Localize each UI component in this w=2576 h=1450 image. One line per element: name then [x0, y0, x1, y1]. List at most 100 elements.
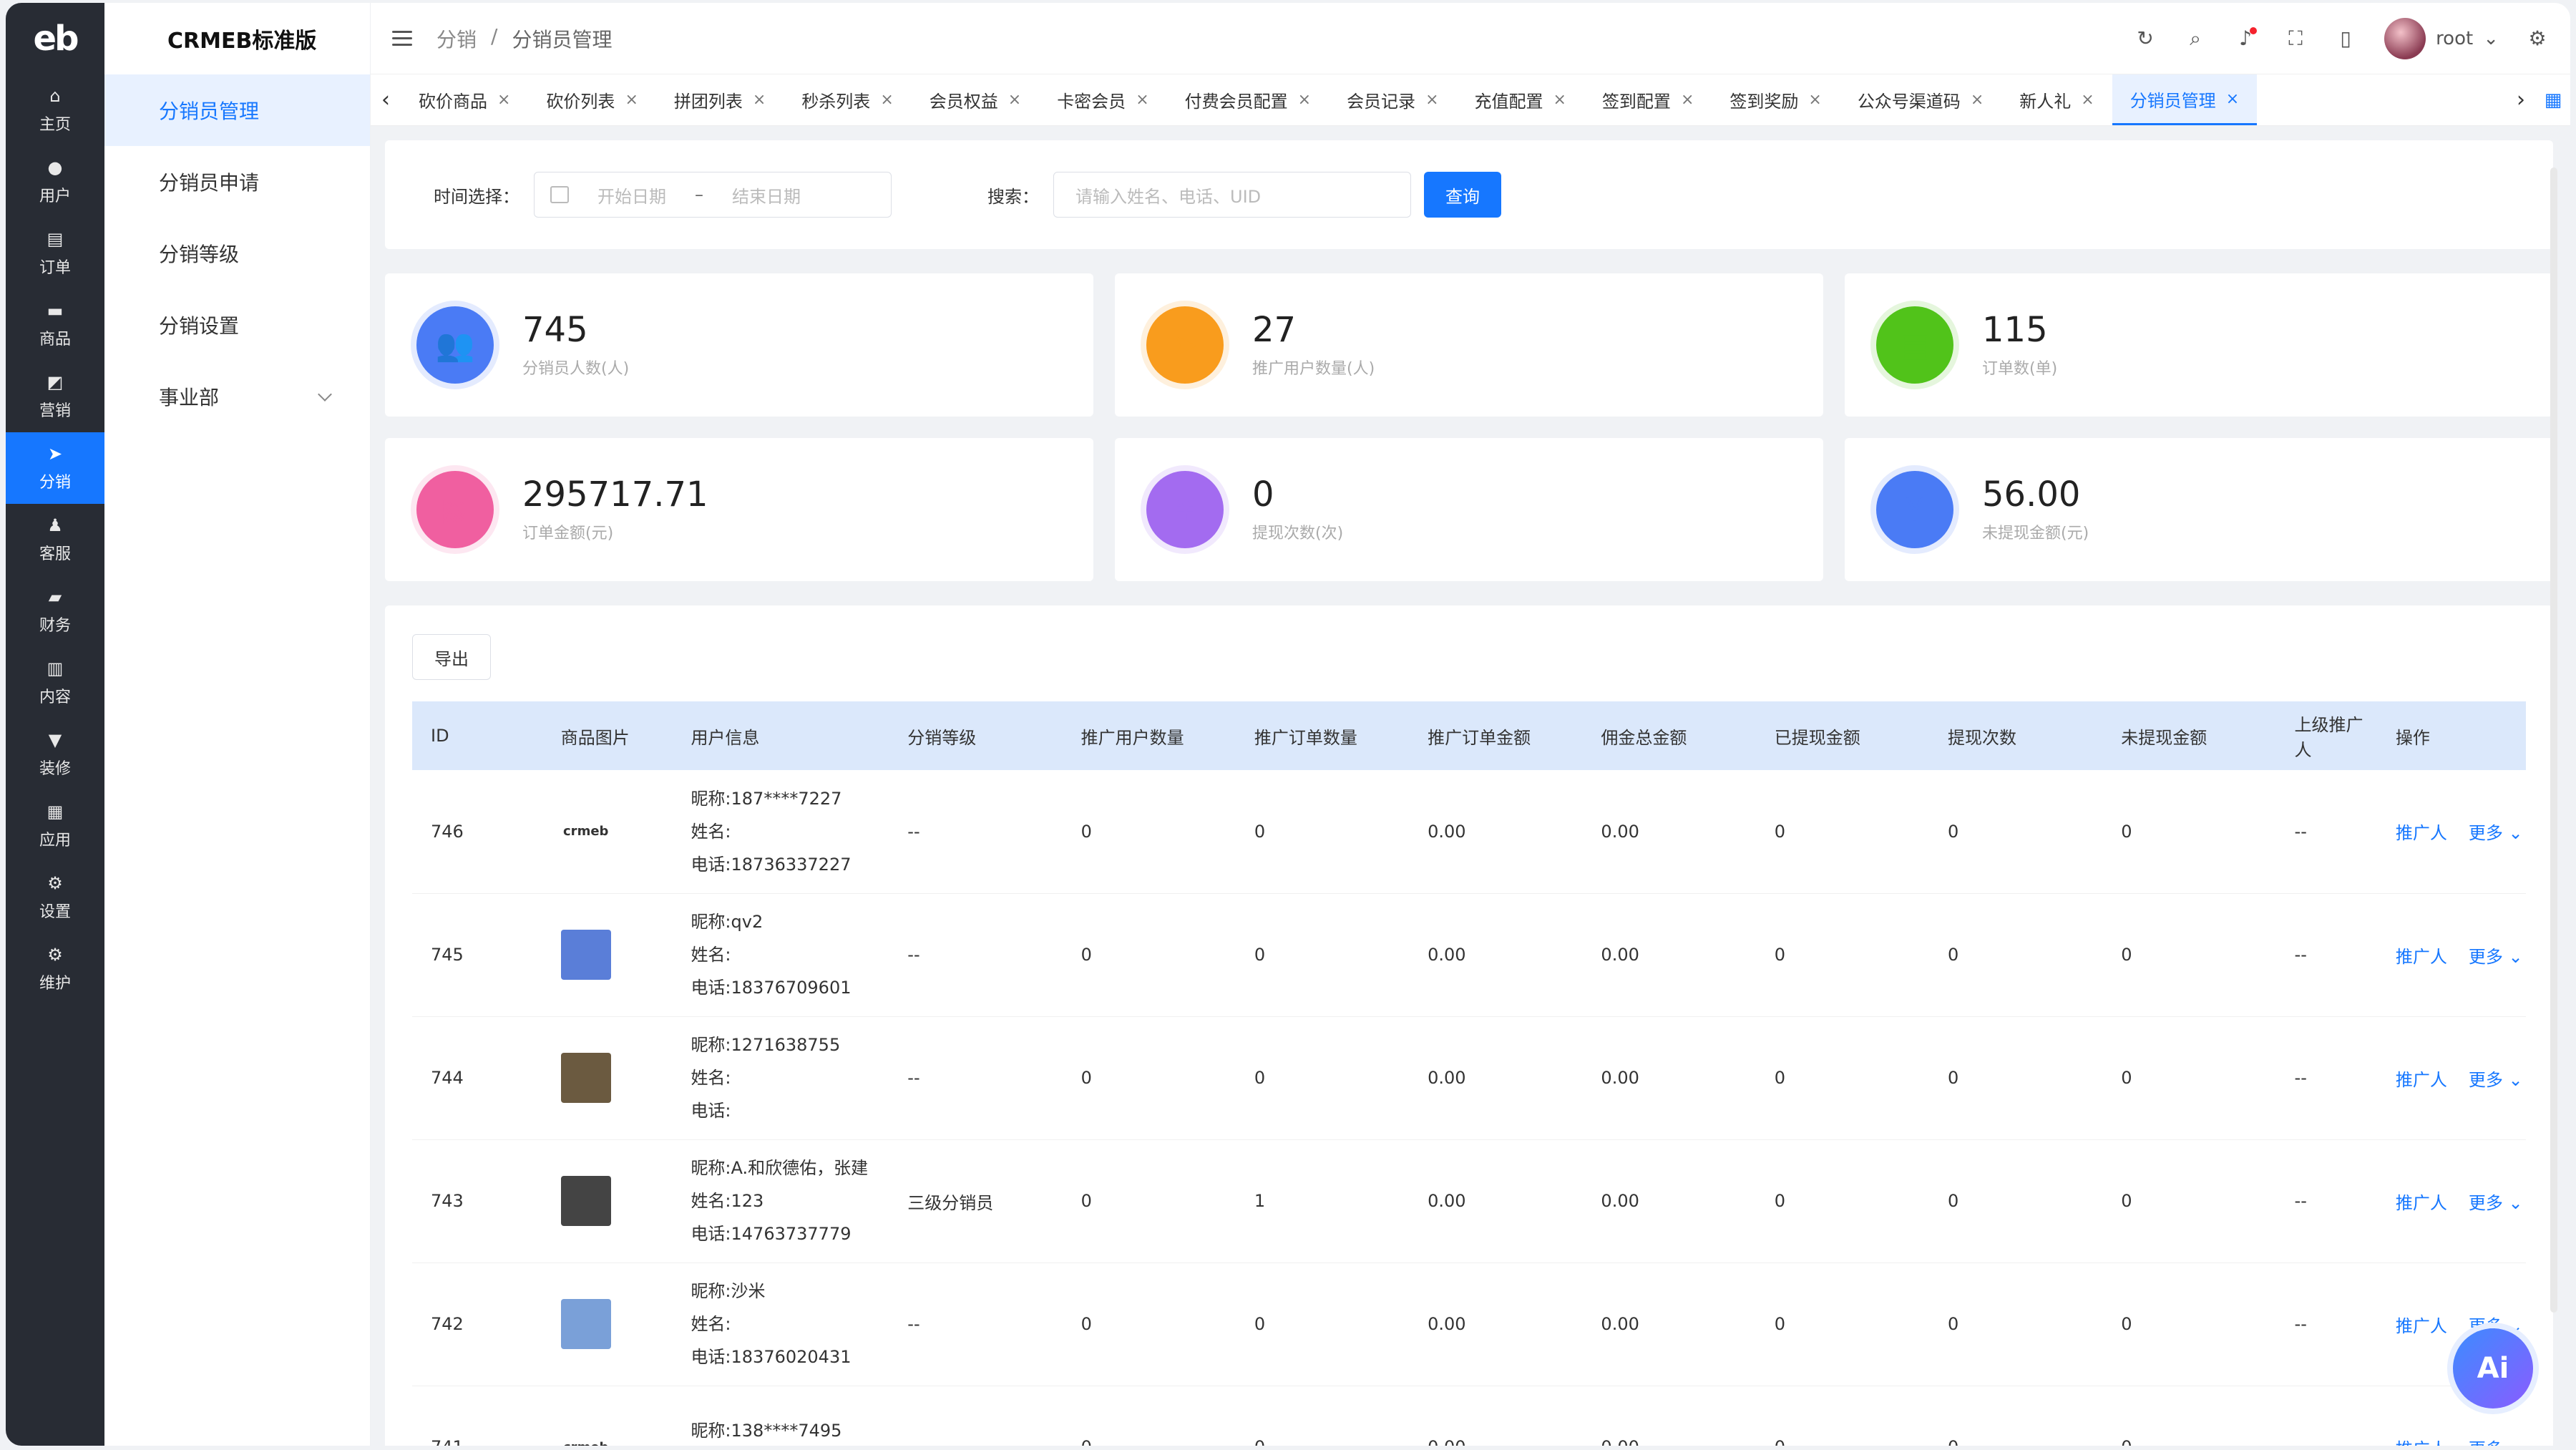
export-button[interactable]: 导出 [412, 634, 491, 680]
logo: eb [33, 19, 79, 59]
column-header: ID [412, 701, 542, 770]
more-dropdown[interactable]: 更多 ⌄ [2469, 1066, 2523, 1091]
tab-4[interactable]: 会员权益 × [912, 74, 1039, 125]
table-row: 745 昵称:qv2 姓名: 电话:18376709601 -- 0 0 0.00 0.00 0 0… [412, 893, 2526, 1017]
close-icon[interactable]: × [753, 91, 766, 109]
breadcrumb-parent[interactable]: 分销 [436, 24, 477, 53]
nav-item-label: 应用 [39, 832, 71, 850]
close-icon[interactable]: × [1971, 91, 1984, 109]
close-icon[interactable]: × [1681, 91, 1694, 109]
tab-13[interactable]: 分销员管理 × [2112, 74, 2258, 125]
tab-0[interactable]: 砍价商品 × [401, 74, 528, 125]
stat-card: ▧ 295717.71 订单金额(元) [385, 438, 1093, 581]
refresh-icon[interactable]: ↻ [2134, 26, 2157, 50]
nav-item-label: 内容 [39, 688, 71, 706]
search-icon[interactable]: ⌕ [2184, 26, 2207, 50]
promoter-link[interactable]: 推广人 [2396, 819, 2447, 844]
mobile-icon[interactable]: ▯ [2334, 26, 2357, 50]
sub-menu-item-2[interactable]: 分销等级 [104, 218, 370, 289]
user-thumbnail[interactable] [560, 1299, 611, 1349]
tab-2[interactable]: 拼团列表 × [656, 74, 784, 125]
nav-item-9[interactable]: ▼ 装修 [6, 719, 104, 790]
user-menu[interactable]: root ⌄ [2384, 17, 2499, 59]
tab-5[interactable]: 卡密会员 × [1039, 74, 1166, 125]
tab-9[interactable]: 签到配置 × [1584, 74, 1712, 125]
query-button[interactable]: 查询 [1424, 172, 1501, 218]
nav-item-3[interactable]: ▬ 商品 [6, 289, 104, 361]
stat-label: 未提现金额(元) [1982, 525, 2089, 543]
tab-10[interactable]: 签到奖励 × [1712, 74, 1839, 125]
gear-icon[interactable]: ⚙ [2526, 26, 2549, 50]
nav-item-label: 用户 [39, 188, 71, 205]
close-icon[interactable]: × [880, 91, 893, 109]
nav-item-11[interactable]: ⚙ 设置 [6, 862, 104, 933]
close-icon[interactable]: × [1425, 91, 1438, 109]
user-thumbnail[interactable]: crmeb [560, 806, 611, 857]
nav-item-12[interactable]: ⚙ 维护 [6, 933, 104, 1005]
user-thumbnail[interactable] [560, 1176, 611, 1226]
promoter-link[interactable]: 推广人 [2396, 1189, 2447, 1214]
nav-item-0[interactable]: ⌂ 主页 [6, 74, 104, 146]
chevron-left-icon[interactable]: ‹ [371, 74, 401, 125]
more-dropdown[interactable]: 更多 ⌄ [2469, 943, 2523, 968]
close-icon[interactable]: × [1553, 91, 1566, 109]
close-icon[interactable]: × [1298, 91, 1311, 109]
nav-item-4[interactable]: ◩ 营销 [6, 361, 104, 432]
close-icon[interactable]: × [1808, 91, 1821, 109]
nav-item-2[interactable]: ▤ 订单 [6, 218, 104, 289]
fullscreen-icon[interactable]: ⛶ [2284, 26, 2307, 50]
promoter-link[interactable]: 推广人 [2396, 1066, 2447, 1091]
promoter-link[interactable]: 推广人 [2396, 1312, 2447, 1337]
search-input[interactable]: 请输入姓名、电话、UID [1053, 172, 1411, 218]
user-thumbnail[interactable]: crmeb [560, 1422, 611, 1446]
grid-icon[interactable]: ▦ [2536, 74, 2570, 125]
content-icon: ▥ [47, 658, 64, 678]
more-dropdown[interactable]: 更多 ⌄ [2469, 1189, 2523, 1214]
tab-3[interactable]: 秒杀列表 × [784, 74, 911, 125]
stat-label: 订单数(单) [1982, 360, 2058, 379]
sub-menu-item-1[interactable]: 分销员申请 [104, 146, 370, 218]
stat-label: 推广用户数量(人) [1252, 360, 1375, 379]
date-range-picker[interactable]: 开始日期 – 结束日期 [534, 172, 892, 218]
column-header: 推广订单数量 [1235, 701, 1410, 770]
nav-item-1[interactable]: ● 用户 [6, 146, 104, 218]
chevron-right-icon[interactable]: › [2506, 74, 2536, 125]
tab-6[interactable]: 付费会员配置 × [1167, 74, 1329, 125]
user-thumbnail[interactable] [560, 1053, 611, 1103]
close-icon[interactable]: × [2226, 90, 2239, 108]
close-icon[interactable]: × [625, 91, 638, 109]
tab-7[interactable]: 会员记录 × [1329, 74, 1456, 125]
promoter-link[interactable]: 推广人 [2396, 1435, 2447, 1446]
order-icon: ▤ [47, 229, 64, 249]
more-dropdown[interactable]: 更多 ⌄ [2469, 1435, 2523, 1446]
bell-icon[interactable]: ♪ [2234, 26, 2258, 50]
scrollbar[interactable] [2550, 167, 2557, 1313]
more-dropdown[interactable]: 更多 ⌄ [2469, 819, 2523, 844]
promoter-link[interactable]: 推广人 [2396, 943, 2447, 968]
tab-1[interactable]: 砍价列表 × [528, 74, 655, 125]
finance-icon: ▰ [48, 587, 62, 607]
invoice-icon: ▧ [411, 465, 499, 554]
sub-menu-item-3[interactable]: 分销设置 [104, 289, 370, 361]
stat-value: 27 [1252, 309, 1297, 350]
tab-11[interactable]: 公众号渠道码 × [1840, 74, 2001, 125]
nav-item-10[interactable]: ▦ 应用 [6, 790, 104, 862]
tab-bar: ‹ 砍价商品 × 砍价列表 × 拼团列表 × 秒杀列表 × 会员权益 × 卡密会员 × 付费会员配置 × 会… [371, 74, 2570, 126]
nav-item-5[interactable]: ➤ 分销 [6, 432, 104, 504]
sub-menu-item-0[interactable]: 分销员管理 [104, 74, 370, 146]
table-row: 746 crmeb 昵称:187****7227 姓名: 电话:18736337227-… [412, 770, 2526, 894]
close-icon[interactable]: × [497, 91, 510, 109]
menu-toggle-icon[interactable] [392, 30, 412, 47]
tab-12[interactable]: 新人礼 × [2001, 74, 2112, 125]
nav-item-7[interactable]: ▰ 财务 [6, 575, 104, 647]
nav-item-8[interactable]: ▥ 内容 [6, 647, 104, 719]
close-icon[interactable]: × [1008, 91, 1021, 109]
sub-menu-item-4[interactable]: 事业部 [104, 361, 370, 432]
nav-item-6[interactable]: ♟ 客服 [6, 504, 104, 575]
ai-assistant-button[interactable]: Ai [2453, 1328, 2533, 1408]
close-icon[interactable]: × [1136, 91, 1148, 109]
close-icon[interactable]: × [2081, 91, 2094, 109]
tab-8[interactable]: 充值配置 × [1457, 74, 1584, 125]
column-header: 用户信息 [672, 701, 889, 770]
user-thumbnail[interactable] [560, 930, 611, 980]
